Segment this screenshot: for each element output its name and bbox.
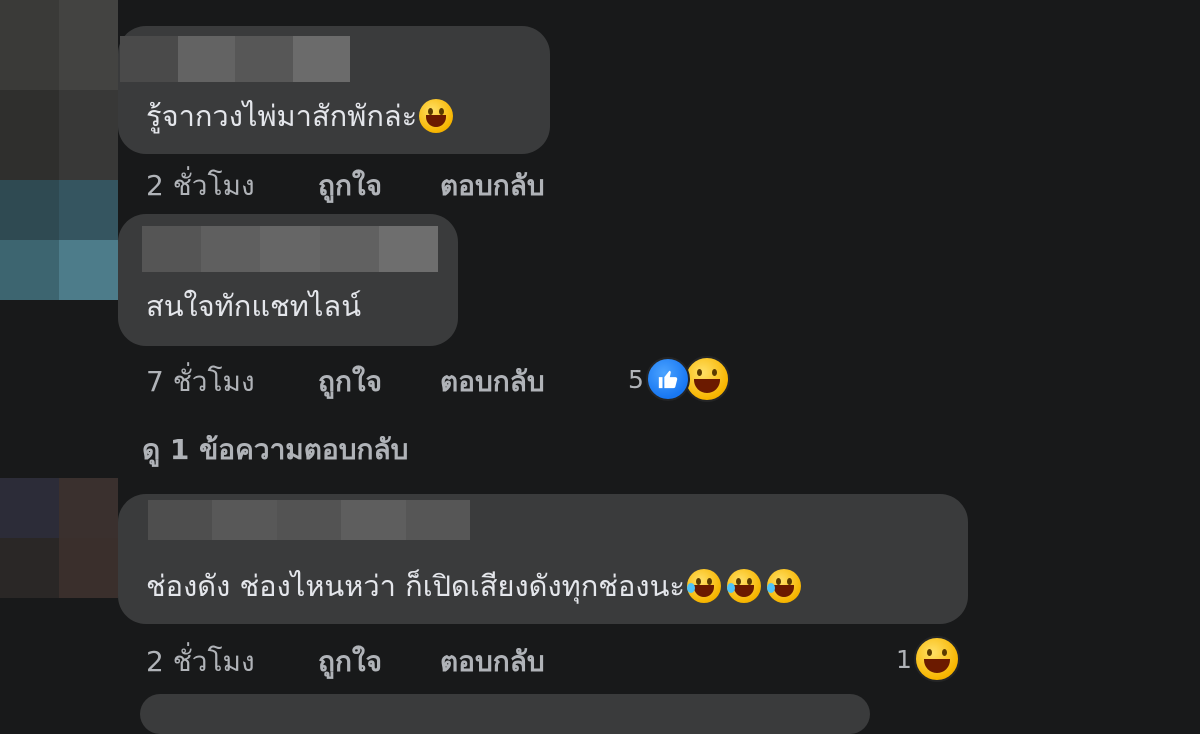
commenter-name-blurred[interactable] [142,226,439,272]
reply-button[interactable]: ตอบกลับ [440,164,545,208]
haha-icon [913,636,960,682]
commenter-name-blurred[interactable] [120,36,350,82]
reaction-summary[interactable]: 5 [628,356,730,402]
reply-button[interactable]: ตอบกลับ [440,640,545,684]
reply-button[interactable]: ตอบกลับ [440,360,545,404]
comment-text: สนใจทักแชทไลน์ [146,289,362,323]
comment-actions: 2 ชั่วโมง ถูกใจ ตอบกลับ [146,164,646,204]
commenter-name-blurred[interactable] [148,500,471,540]
comment-timestamp[interactable]: 2 ชั่วโมง [146,640,255,684]
avatar[interactable] [0,478,118,598]
comment-timestamp[interactable]: 2 ชั่วโมง [146,164,255,208]
comment-actions: 7 ชั่วโมง ถูกใจ ตอบกลับ [146,360,646,400]
reaction-summary[interactable]: 1 [896,636,960,682]
avatar[interactable] [0,0,118,180]
reaction-count: 5 [628,364,644,394]
comment-bubble-partial [140,694,870,734]
haha-icon [683,356,730,402]
comment-timestamp[interactable]: 7 ชั่วโมง [146,360,255,404]
rofl-emoji [686,569,721,603]
view-replies-link[interactable]: ดู 1 ข้อความตอบกลับ [142,428,408,472]
like-icon [645,357,690,401]
comment-text: ช่องดัง ช่องไหนหว่า ก็เปิดเสียงดังทุกช่อ… [146,566,801,606]
like-button[interactable]: ถูกใจ [318,164,382,208]
like-button[interactable]: ถูกใจ [318,640,382,684]
like-button[interactable]: ถูกใจ [318,360,382,404]
avatar[interactable] [0,180,118,300]
comment-actions: 2 ชั่วโมง ถูกใจ ตอบกลับ [146,640,646,680]
rofl-emoji [726,569,761,603]
reaction-count: 1 [896,644,912,674]
rofl-emoji [766,569,801,603]
comment-text: รู้จากวงไพ่มาสักพักล่ะ [146,96,454,136]
grinning-emoji [419,99,454,133]
